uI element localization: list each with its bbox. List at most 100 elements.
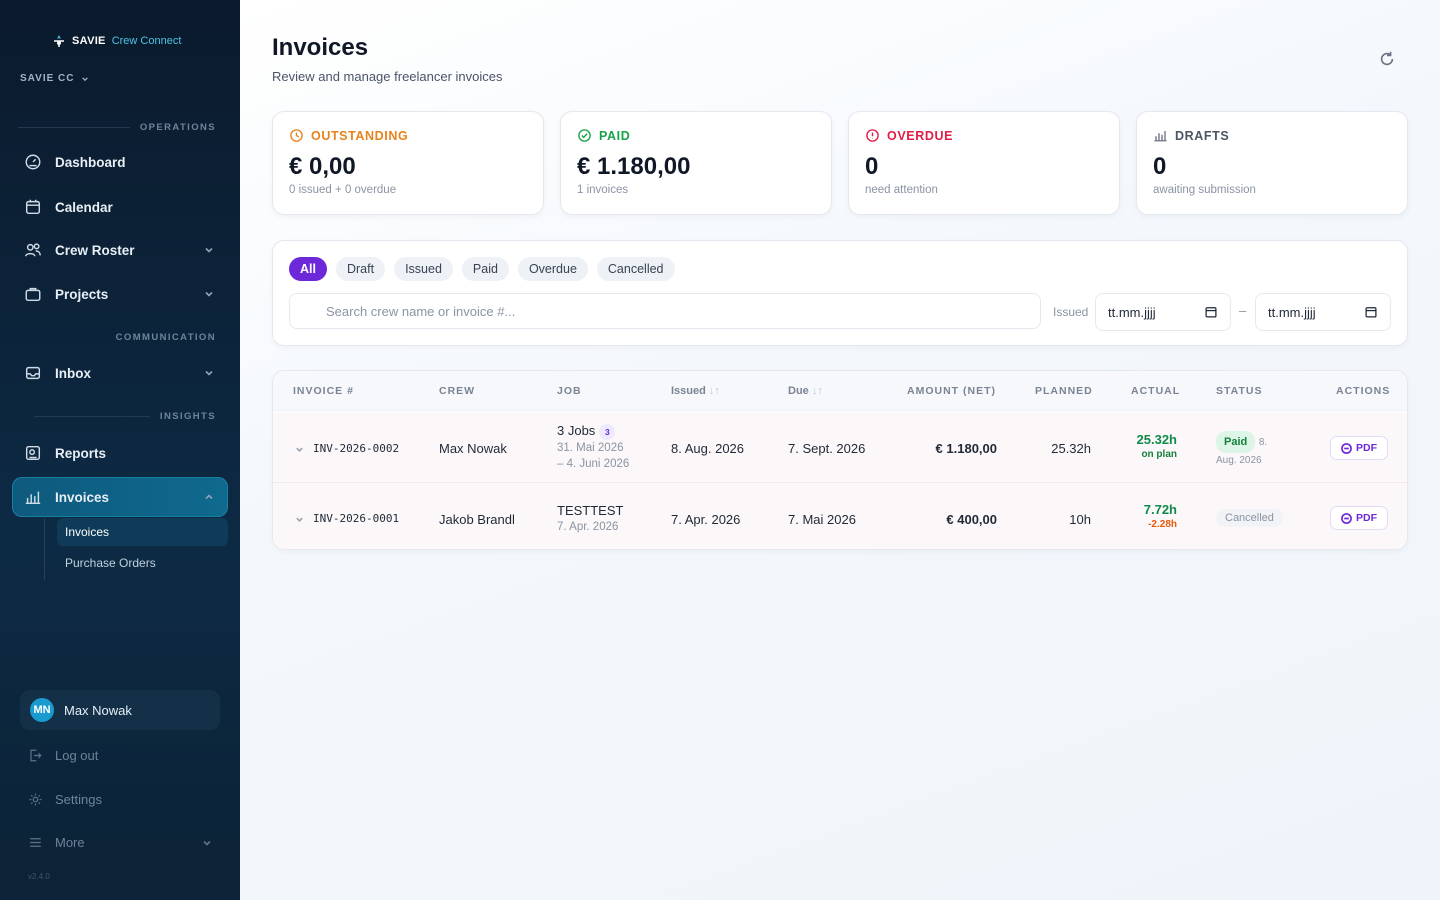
bar-chart-icon <box>25 491 41 505</box>
stat-label: OVERDUE <box>887 128 954 143</box>
pdf-label: PDF <box>1356 442 1377 454</box>
chevron-down-icon <box>205 247 213 253</box>
brand-logo[interactable]: SAVIE Crew Connect <box>52 34 181 48</box>
check-circle-icon <box>578 129 591 142</box>
col-due[interactable]: Due ↓↑ <box>788 385 823 397</box>
logout-label: Log out <box>55 748 99 763</box>
filter-chip-cancelled[interactable]: Cancelled <box>596 257 675 281</box>
nav-calendar-label: Calendar <box>55 199 113 215</box>
chevron-down-icon <box>205 370 213 376</box>
nav-inbox[interactable]: Inbox <box>12 353 228 393</box>
settings-button[interactable]: Settings <box>28 792 102 807</box>
nav-crew-roster[interactable]: Crew Roster <box>12 230 228 270</box>
nav-calendar[interactable]: Calendar <box>12 187 228 227</box>
col-invoice[interactable]: INVOICE # <box>293 385 354 397</box>
nav-invoices[interactable]: Invoices <box>12 477 228 517</box>
job-dates: 7. Apr. 2026 <box>557 521 619 533</box>
stat-value: 0 <box>865 153 879 180</box>
search-input[interactable]: Search crew name or invoice #... <box>289 293 1041 329</box>
date-from-value: tt.mm.jjjj <box>1108 304 1156 320</box>
app-version: v2.4.0 <box>28 872 50 881</box>
filter-chip-issued[interactable]: Issued <box>394 257 453 281</box>
filter-chip-overdue[interactable]: Overdue <box>517 257 588 281</box>
date-from-input[interactable]: tt.mm.jjjj <box>1095 293 1231 331</box>
gauge-icon <box>25 154 41 170</box>
sort-icon: ↓↑ <box>811 385 823 397</box>
issued-filter-label: Issued <box>1053 305 1089 319</box>
chevron-down-icon[interactable] <box>295 515 304 524</box>
subnav-invoices[interactable]: Invoices <box>57 518 228 546</box>
issued-date: 7. Apr. 2026 <box>671 512 741 527</box>
user-profile[interactable]: MN Max Nowak <box>20 690 220 730</box>
subnav-purchase-orders[interactable]: Purchase Orders <box>57 549 228 577</box>
issued-date: 8. Aug. 2026 <box>671 441 745 456</box>
job-cell: TESTTEST 7. Apr. 2026 <box>557 503 623 535</box>
logout-button[interactable]: Log out <box>28 748 98 763</box>
calendar-icon <box>25 199 41 215</box>
due-date: 7. Mai 2026 <box>788 512 856 527</box>
stat-note: 0 issued + 0 overdue <box>289 184 397 196</box>
crew-name: Jakob Brandl <box>439 512 515 527</box>
filter-chip-paid[interactable]: Paid <box>461 257 509 281</box>
job-dates: – 4. Juni 2026 <box>557 457 630 470</box>
filter-panel: All Draft Issued Paid Overdue Cancelled … <box>272 240 1408 346</box>
crew-name: Max Nowak <box>439 441 507 456</box>
table-header: INVOICE # CREW JOB Issued ↓↑ Due ↓↑ AMOU… <box>273 371 1407 411</box>
calendar-icon <box>1205 307 1217 318</box>
stat-note: need attention <box>865 184 938 196</box>
filter-chip-draft[interactable]: Draft <box>335 257 386 281</box>
col-planned[interactable]: PLANNED <box>1035 385 1093 397</box>
stat-note: 1 invoices <box>577 184 629 196</box>
stat-value: € 1.180,00 <box>577 153 691 180</box>
col-job[interactable]: JOB <box>557 385 582 397</box>
job-title: TESTTEST <box>557 503 624 518</box>
section-label-communication: COMMUNICATION <box>115 332 216 343</box>
status-cell: Cancelled <box>1216 509 1283 527</box>
table-row[interactable]: INV-2026-0001 Jakob Brandl TESTTEST 7. A… <box>273 482 1407 549</box>
filter-chip-all[interactable]: All <box>289 257 327 281</box>
inbox-icon <box>25 366 41 380</box>
invoice-number[interactable]: INV-2026-0001 <box>313 512 399 525</box>
nav-reports[interactable]: Reports <box>12 433 228 473</box>
pdf-button[interactable]: PDF <box>1330 506 1388 530</box>
date-to-input[interactable]: tt.mm.jjjj <box>1255 293 1391 331</box>
col-status[interactable]: STATUS <box>1216 385 1262 397</box>
actual-cell: 7.72h -2.28h <box>1107 502 1177 530</box>
nav-projects[interactable]: Projects <box>12 274 228 314</box>
amount: € 400,00 <box>946 512 997 527</box>
nav-crew-roster-label: Crew Roster <box>55 242 135 258</box>
stat-card-paid: PAID € 1.180,00 1 invoices <box>560 111 832 215</box>
stat-note: awaiting submission <box>1153 184 1256 196</box>
user-name: Max Nowak <box>64 702 132 718</box>
nav-dashboard[interactable]: Dashboard <box>12 142 228 182</box>
nav-projects-label: Projects <box>55 286 109 302</box>
refresh-button[interactable] <box>1378 50 1396 68</box>
col-actual[interactable]: ACTUAL <box>1131 385 1180 397</box>
col-issued[interactable]: Issued ↓↑ <box>671 385 720 397</box>
more-button[interactable]: More <box>28 835 212 850</box>
planned-hours: 10h <box>1069 512 1091 527</box>
date-to-value: tt.mm.jjjj <box>1268 304 1316 320</box>
avatar: MN <box>30 698 54 722</box>
col-crew[interactable]: CREW <box>439 385 475 397</box>
brand-product: Crew Connect <box>111 35 182 47</box>
briefcase-icon <box>25 287 41 302</box>
stat-value: € 0,00 <box>289 153 356 180</box>
page-subtitle: Review and manage freelancer invoices <box>272 69 503 84</box>
date-range-separator: – <box>1239 303 1247 318</box>
org-switcher[interactable]: SAVIE CC <box>20 73 89 84</box>
calendar-icon <box>1365 307 1377 318</box>
col-amount[interactable]: AMOUNT (NET) <box>907 385 996 397</box>
table-row[interactable]: INV-2026-0002 Max Nowak 3 Jobs 3 31. Mai … <box>273 412 1407 482</box>
users-icon <box>25 243 41 257</box>
invoice-number[interactable]: INV-2026-0002 <box>313 442 399 455</box>
stat-label: DRAFTS <box>1175 128 1230 143</box>
pdf-button[interactable]: PDF <box>1330 436 1388 460</box>
status-badge: Cancelled <box>1216 509 1283 527</box>
chevron-down-icon[interactable] <box>295 445 304 454</box>
actual-hours: 25.32h <box>1136 432 1177 447</box>
clock-icon <box>290 129 303 142</box>
logout-icon <box>30 749 42 762</box>
planned-hours: 25.32h <box>1051 441 1091 456</box>
invoices-table: INVOICE # CREW JOB Issued ↓↑ Due ↓↑ AMOU… <box>272 370 1408 550</box>
